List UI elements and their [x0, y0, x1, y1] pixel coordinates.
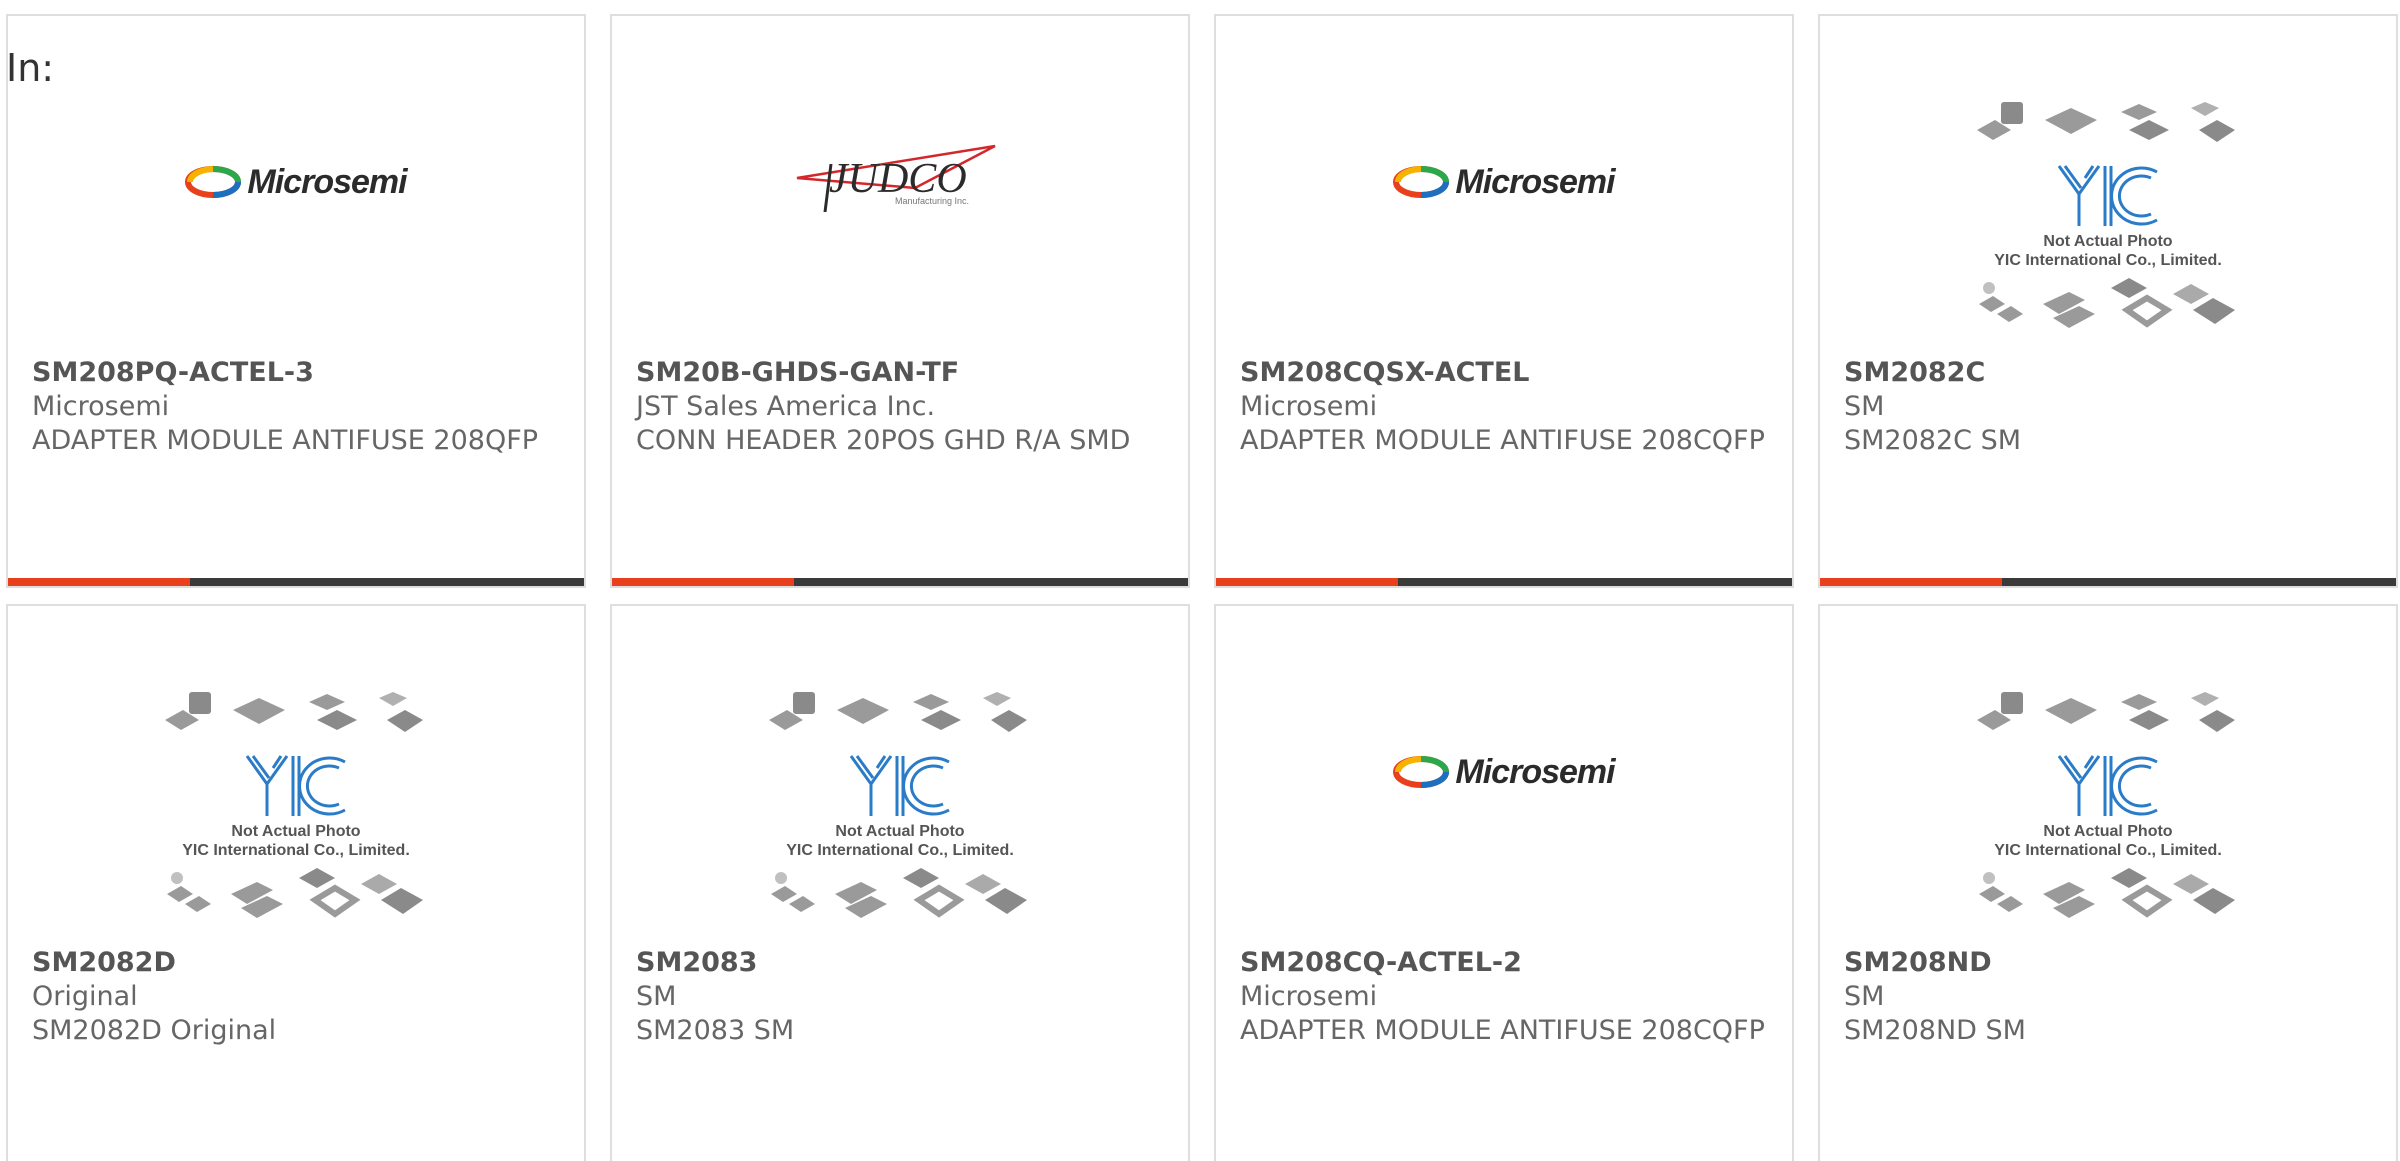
- product-part-number[interactable]: SM208CQSX-ACTEL: [1240, 356, 1768, 390]
- microsemi-logo-text: Microsemi: [1455, 162, 1615, 201]
- chip-packages-icon: [769, 692, 1027, 732]
- chip-packages-icon: [1977, 692, 2235, 732]
- product-card[interactable]: Not Actual Photo YIC International Co., …: [6, 604, 586, 1161]
- product-info: SM2083 SM SM2083 SM: [636, 946, 1164, 1048]
- product-part-number[interactable]: SM2082C: [1844, 356, 2372, 390]
- card-accent-highlight: [612, 578, 794, 586]
- product-image[interactable]: Microsemi: [8, 96, 584, 358]
- product-info: SM20B-GHDS-GAN-TF JST Sales America Inc. C…: [636, 356, 1164, 458]
- product-info: SM2082C SM SM2082C SM: [1844, 356, 2372, 458]
- microsemi-logo: Microsemi: [185, 162, 408, 202]
- microsemi-logo-text: Microsemi: [1455, 752, 1615, 791]
- placeholder-caption-2: YIC International Co., Limited.: [786, 842, 1014, 859]
- product-manufacturer: JST Sales America Inc.: [636, 391, 936, 422]
- yic-logo-icon: [2057, 755, 2158, 816]
- product-part-number[interactable]: SM208ND: [1844, 946, 2372, 980]
- product-description: SM2082C SM: [1844, 425, 2022, 456]
- chip-packages-icon: [165, 692, 423, 732]
- microsemi-swirl-icon: [185, 166, 242, 198]
- product-card[interactable]: Not Actual Photo YIC International Co., …: [1818, 14, 2398, 588]
- product-description: CONN HEADER 20POS GHD R/A SMD: [636, 425, 1131, 456]
- product-manufacturer: Original: [32, 981, 138, 1012]
- microsemi-logo-text: Microsemi: [247, 162, 407, 201]
- product-description: ADAPTER MODULE ANTIFUSE 208CQFP: [1240, 425, 1765, 456]
- judco-logo-subtext: Manufacturing Inc.: [895, 196, 969, 206]
- card-accent-highlight: [1820, 578, 2002, 586]
- product-image[interactable]: Not Actual Photo YIC International Co., …: [612, 686, 1188, 948]
- chip-packages-icon: [1977, 102, 2235, 142]
- chip-packages-icon: [1979, 278, 2235, 328]
- product-card[interactable]: Microsemi SM208CQ-ACTEL-2 Microsemi ADAPTE…: [1214, 604, 1794, 1161]
- product-manufacturer: SM: [1844, 391, 1885, 422]
- product-info: SM208PQ-ACTEL-3 Microsemi ADAPTER MODULE A…: [32, 356, 560, 458]
- yic-logo-icon: [849, 755, 950, 816]
- product-image[interactable]: Not Actual Photo YIC International Co., …: [8, 686, 584, 948]
- product-info: SM208CQSX-ACTEL Microsemi ADAPTER MODULE A…: [1240, 356, 1768, 458]
- yic-logo-icon: [2057, 165, 2158, 226]
- microsemi-swirl-icon: [1393, 756, 1450, 788]
- card-accent-highlight: [8, 578, 190, 586]
- yic-placeholder-image: Not Actual Photo YIC International Co., …: [1973, 98, 2243, 330]
- product-manufacturer: Microsemi: [32, 391, 170, 422]
- product-card[interactable]: Not Actual Photo YIC International Co., …: [610, 604, 1190, 1161]
- placeholder-caption-1: Not Actual Photo: [835, 823, 965, 840]
- placeholder-caption-2: YIC International Co., Limited.: [182, 842, 410, 859]
- card-accent-bar: [8, 578, 584, 586]
- product-manufacturer: SM: [636, 981, 677, 1012]
- placeholder-caption-1: Not Actual Photo: [2043, 823, 2173, 840]
- judco-logo: JUDCO Manufacturing Inc.: [795, 140, 1005, 224]
- chip-packages-icon: [771, 868, 1027, 918]
- product-part-number[interactable]: SM2082D: [32, 946, 560, 980]
- product-card[interactable]: Microsemi SM208PQ-ACTEL-3 Microsemi ADAPTE…: [6, 14, 586, 588]
- product-card[interactable]: Not Actual Photo YIC International Co., …: [1818, 604, 2398, 1161]
- product-image[interactable]: Not Actual Photo YIC International Co., …: [1820, 96, 2396, 358]
- product-info: SM2082D Original SM2082D Original: [32, 946, 560, 1048]
- product-manufacturer: SM: [1844, 981, 1885, 1012]
- product-part-number[interactable]: SM208PQ-ACTEL-3: [32, 356, 560, 390]
- placeholder-caption-1: Not Actual Photo: [2043, 233, 2173, 250]
- chip-packages-icon: [1979, 868, 2235, 918]
- yic-placeholder-image: Not Actual Photo YIC International Co., …: [1973, 688, 2243, 920]
- yic-logo-icon: [245, 755, 346, 816]
- product-card[interactable]: JUDCO Manufacturing Inc. SM20B-GHDS-GAN-…: [610, 14, 1190, 588]
- product-card[interactable]: Microsemi SM208CQSX-ACTEL Microsemi ADAPTE…: [1214, 14, 1794, 588]
- microsemi-swirl-icon: [1393, 166, 1450, 198]
- product-description: SM208ND SM: [1844, 1015, 2026, 1046]
- card-accent-bar: [612, 578, 1188, 586]
- product-image[interactable]: Microsemi: [1216, 686, 1792, 948]
- yic-placeholder-image: Not Actual Photo YIC International Co., …: [161, 688, 431, 920]
- yic-placeholder-image: Not Actual Photo YIC International Co., …: [765, 688, 1035, 920]
- product-manufacturer: Microsemi: [1240, 391, 1378, 422]
- product-info: SM208CQ-ACTEL-2 Microsemi ADAPTER MODULE A…: [1240, 946, 1768, 1048]
- card-accent-bar: [1216, 578, 1792, 586]
- filter-label: In:: [6, 46, 55, 90]
- product-image[interactable]: JUDCO Manufacturing Inc.: [612, 96, 1188, 358]
- placeholder-caption-1: Not Actual Photo: [231, 823, 361, 840]
- product-part-number[interactable]: SM20B-GHDS-GAN-TF: [636, 356, 1164, 390]
- chip-packages-icon: [167, 868, 423, 918]
- product-part-number[interactable]: SM208CQ-ACTEL-2: [1240, 946, 1768, 980]
- placeholder-caption-2: YIC International Co., Limited.: [1994, 842, 2222, 859]
- placeholder-caption-2: YIC International Co., Limited.: [1994, 252, 2222, 269]
- product-info: SM208ND SM SM208ND SM: [1844, 946, 2372, 1048]
- product-description: ADAPTER MODULE ANTIFUSE 208CQFP: [1240, 1015, 1765, 1046]
- product-image[interactable]: Microsemi: [1216, 96, 1792, 358]
- card-accent-bar: [1820, 578, 2396, 586]
- microsemi-logo: Microsemi: [1393, 162, 1616, 202]
- product-description: ADAPTER MODULE ANTIFUSE 208QFP: [32, 425, 539, 456]
- product-image[interactable]: Not Actual Photo YIC International Co., …: [1820, 686, 2396, 948]
- product-part-number[interactable]: SM2083: [636, 946, 1164, 980]
- product-manufacturer: Microsemi: [1240, 981, 1378, 1012]
- product-description: SM2082D Original: [32, 1015, 277, 1046]
- product-description: SM2083 SM: [636, 1015, 795, 1046]
- card-accent-highlight: [1216, 578, 1398, 586]
- microsemi-logo: Microsemi: [1393, 752, 1616, 792]
